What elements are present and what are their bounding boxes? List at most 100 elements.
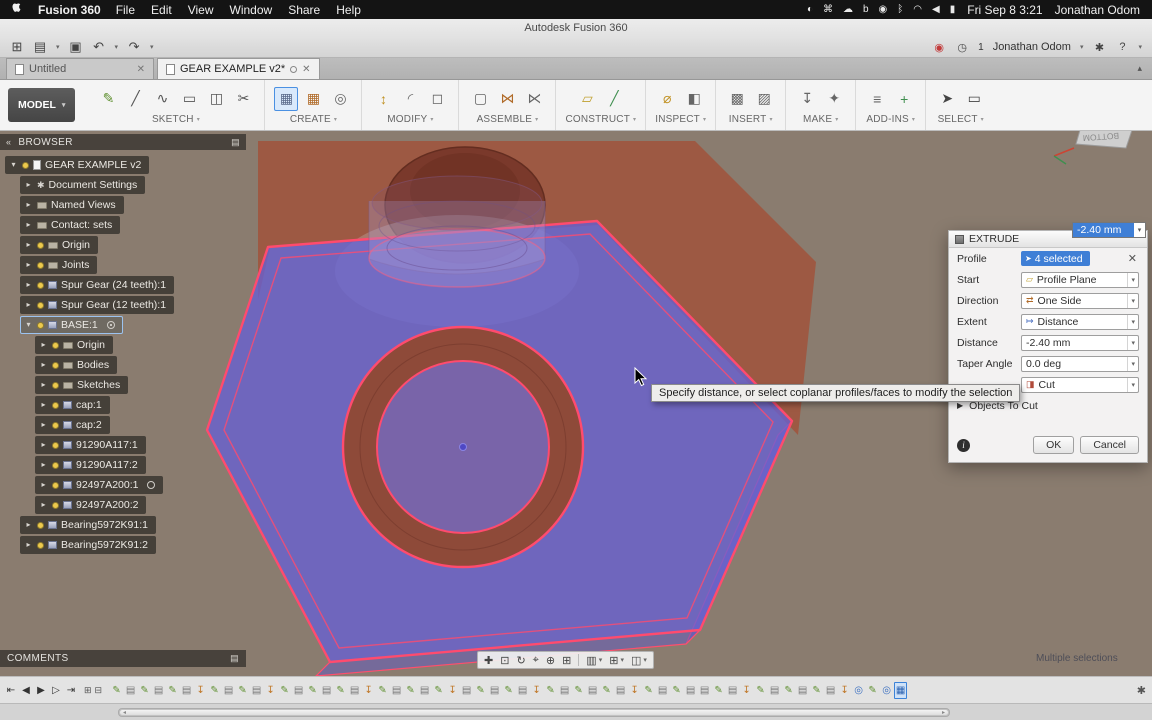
- viewports-icon[interactable]: ◫▾: [631, 654, 647, 667]
- start-chevron-icon[interactable]: ▾: [1127, 273, 1138, 287]
- cam-icon[interactable]: ✦: [822, 87, 846, 111]
- group-chevron-icon[interactable]: ▾: [769, 116, 772, 123]
- visibility-bulb-icon[interactable]: [52, 402, 59, 409]
- offset-plane-icon[interactable]: ▱: [575, 87, 599, 111]
- zoom-window-icon[interactable]: ⊞: [562, 654, 571, 667]
- timeline-feature-sketch[interactable]: ✎: [670, 682, 683, 699]
- tab-close-icon[interactable]: ✕: [302, 64, 310, 75]
- measure-icon[interactable]: ⌀: [655, 87, 679, 111]
- timeline-feature-feature[interactable]: ▤: [152, 682, 165, 699]
- visibility-bulb-icon[interactable]: [52, 382, 59, 389]
- timeline-feature-feature[interactable]: ▤: [558, 682, 571, 699]
- expand-arrow-icon[interactable]: ▸: [39, 479, 48, 491]
- timeline-scrollbar-handle[interactable]: ◂▸: [120, 710, 948, 715]
- cloud-icon[interactable]: ☁: [843, 4, 853, 15]
- insert-mesh-icon[interactable]: ▩: [725, 87, 749, 111]
- browser-item-sketches[interactable]: ▸Sketches: [0, 376, 246, 394]
- save-icon[interactable]: ▣: [69, 39, 83, 55]
- ribbon-group-label[interactable]: CREATE: [290, 114, 331, 125]
- tab-close-icon[interactable]: ✕: [137, 64, 145, 75]
- visibility-bulb-icon[interactable]: [37, 522, 44, 529]
- timeline-feature-sketch[interactable]: ✎: [334, 682, 347, 699]
- timeline-feature-orange[interactable]: ↧: [194, 682, 207, 699]
- browser-item-origin[interactable]: ▸Origin: [0, 336, 246, 354]
- distance-inline-input[interactable]: -2.40 mm ▾: [1072, 222, 1146, 238]
- group-chevron-icon[interactable]: ▾: [535, 116, 538, 123]
- visibility-bulb-icon[interactable]: [22, 162, 29, 169]
- ribbon-group-label[interactable]: INSPECT: [655, 114, 700, 125]
- user-menu-chevron-icon[interactable]: ▾: [1080, 43, 1084, 51]
- as-built-joint-icon[interactable]: ⋉: [522, 87, 546, 111]
- orbit-icon[interactable]: ↻: [516, 654, 525, 667]
- expand-section-icon[interactable]: ▶: [957, 401, 963, 410]
- ribbon-group-label[interactable]: SKETCH: [152, 114, 194, 125]
- skip-end-icon[interactable]: ⇥: [66, 685, 76, 696]
- visibility-bulb-icon[interactable]: [52, 482, 59, 489]
- timeline-feature-sketch[interactable]: ✎: [544, 682, 557, 699]
- timeline-feature-orange[interactable]: ↧: [628, 682, 641, 699]
- timeline-feature-orange[interactable]: ↧: [446, 682, 459, 699]
- timeline-feature-current[interactable]: ▦: [894, 682, 907, 699]
- visibility-bulb-icon[interactable]: [52, 442, 59, 449]
- collapse-groups-icon[interactable]: ⊟: [95, 685, 103, 696]
- command-icon[interactable]: ⌘: [823, 4, 833, 15]
- expand-arrow-icon[interactable]: ▸: [39, 339, 48, 351]
- timeline-feature-blue[interactable]: ◎: [852, 682, 865, 699]
- timeline-feature-feature[interactable]: ▤: [586, 682, 599, 699]
- addin-icon[interactable]: +: [892, 87, 916, 111]
- timeline-feature-feature[interactable]: ▤: [488, 682, 501, 699]
- joint-icon[interactable]: ⋈: [495, 87, 519, 111]
- menubar-help[interactable]: Help: [336, 3, 361, 17]
- extent-chevron-icon[interactable]: ▾: [1127, 315, 1138, 329]
- activate-component-radio[interactable]: [147, 481, 155, 489]
- info-icon[interactable]: i: [957, 439, 970, 452]
- notifications-clock-icon[interactable]: ◷: [955, 41, 969, 54]
- browser-item-cap-2[interactable]: ▸cap:2: [0, 416, 246, 434]
- ribbon-group-label[interactable]: CONSTRUCT: [565, 114, 630, 125]
- expand-arrow-icon[interactable]: ▸: [24, 179, 33, 191]
- grid-icon[interactable]: ⊞▾: [609, 654, 624, 667]
- expand-groups-icon[interactable]: ⊞: [84, 685, 92, 696]
- expand-arrow-icon[interactable]: ▸: [39, 459, 48, 471]
- timeline-feature-feature[interactable]: ▤: [516, 682, 529, 699]
- new-document-icon[interactable]: ▤: [33, 39, 47, 55]
- menubar-window[interactable]: Window: [230, 3, 273, 17]
- timeline-feature-sketch[interactable]: ✎: [404, 682, 417, 699]
- timeline-feature-feature[interactable]: ▤: [390, 682, 403, 699]
- timeline-feature-feature[interactable]: ▤: [418, 682, 431, 699]
- comments-bar[interactable]: COMMENTS ▤: [0, 650, 246, 667]
- step-back-icon[interactable]: ◀: [21, 685, 31, 696]
- timeline-feature-orange[interactable]: ↧: [362, 682, 375, 699]
- browser-item-contact-sets[interactable]: ▸Contact: sets: [0, 216, 246, 234]
- timeline-feature-sketch[interactable]: ✎: [642, 682, 655, 699]
- visibility-bulb-icon[interactable]: [37, 242, 44, 249]
- timeline-feature-feature[interactable]: ▤: [614, 682, 627, 699]
- menubar-clock[interactable]: Fri Sep 8 3:21: [967, 3, 1042, 17]
- axis-icon[interactable]: ╱: [602, 87, 626, 111]
- redo-chevron-icon[interactable]: ▾: [150, 43, 154, 51]
- visibility-bulb-icon[interactable]: [37, 262, 44, 269]
- expand-arrow-icon[interactable]: ▸: [24, 519, 33, 531]
- timeline-feature-orange[interactable]: ↧: [740, 682, 753, 699]
- timeline-feature-sketch[interactable]: ✎: [600, 682, 613, 699]
- timeline-feature-feature[interactable]: ▤: [222, 682, 235, 699]
- half-moon-icon[interactable]: ◐: [807, 4, 813, 15]
- timeline-feature-feature[interactable]: ▤: [250, 682, 263, 699]
- help-icon[interactable]: ?: [1115, 41, 1129, 53]
- timeline-feature-feature[interactable]: ▤: [824, 682, 837, 699]
- browser-item-91290a117-2[interactable]: ▸91290A117:2: [0, 456, 246, 474]
- extrude-icon[interactable]: ▦: [274, 87, 298, 111]
- timeline-feature-sketch[interactable]: ✎: [278, 682, 291, 699]
- timeline-feature-sketch[interactable]: ✎: [376, 682, 389, 699]
- ribbon-group-label[interactable]: MODIFY: [387, 114, 427, 125]
- pan-icon[interactable]: ✚: [484, 654, 493, 667]
- timeline-feature-feature[interactable]: ▤: [124, 682, 137, 699]
- print-icon[interactable]: ↧: [795, 87, 819, 111]
- app-menu[interactable]: Fusion 360: [38, 3, 101, 17]
- mirror-icon[interactable]: ◫: [204, 87, 228, 111]
- menubar-view[interactable]: View: [188, 3, 214, 17]
- visibility-bulb-icon[interactable]: [37, 282, 44, 289]
- activate-component-radio[interactable]: [107, 321, 115, 329]
- timeline-feature-sketch[interactable]: ✎: [754, 682, 767, 699]
- scripts-icon[interactable]: ≡: [865, 87, 889, 111]
